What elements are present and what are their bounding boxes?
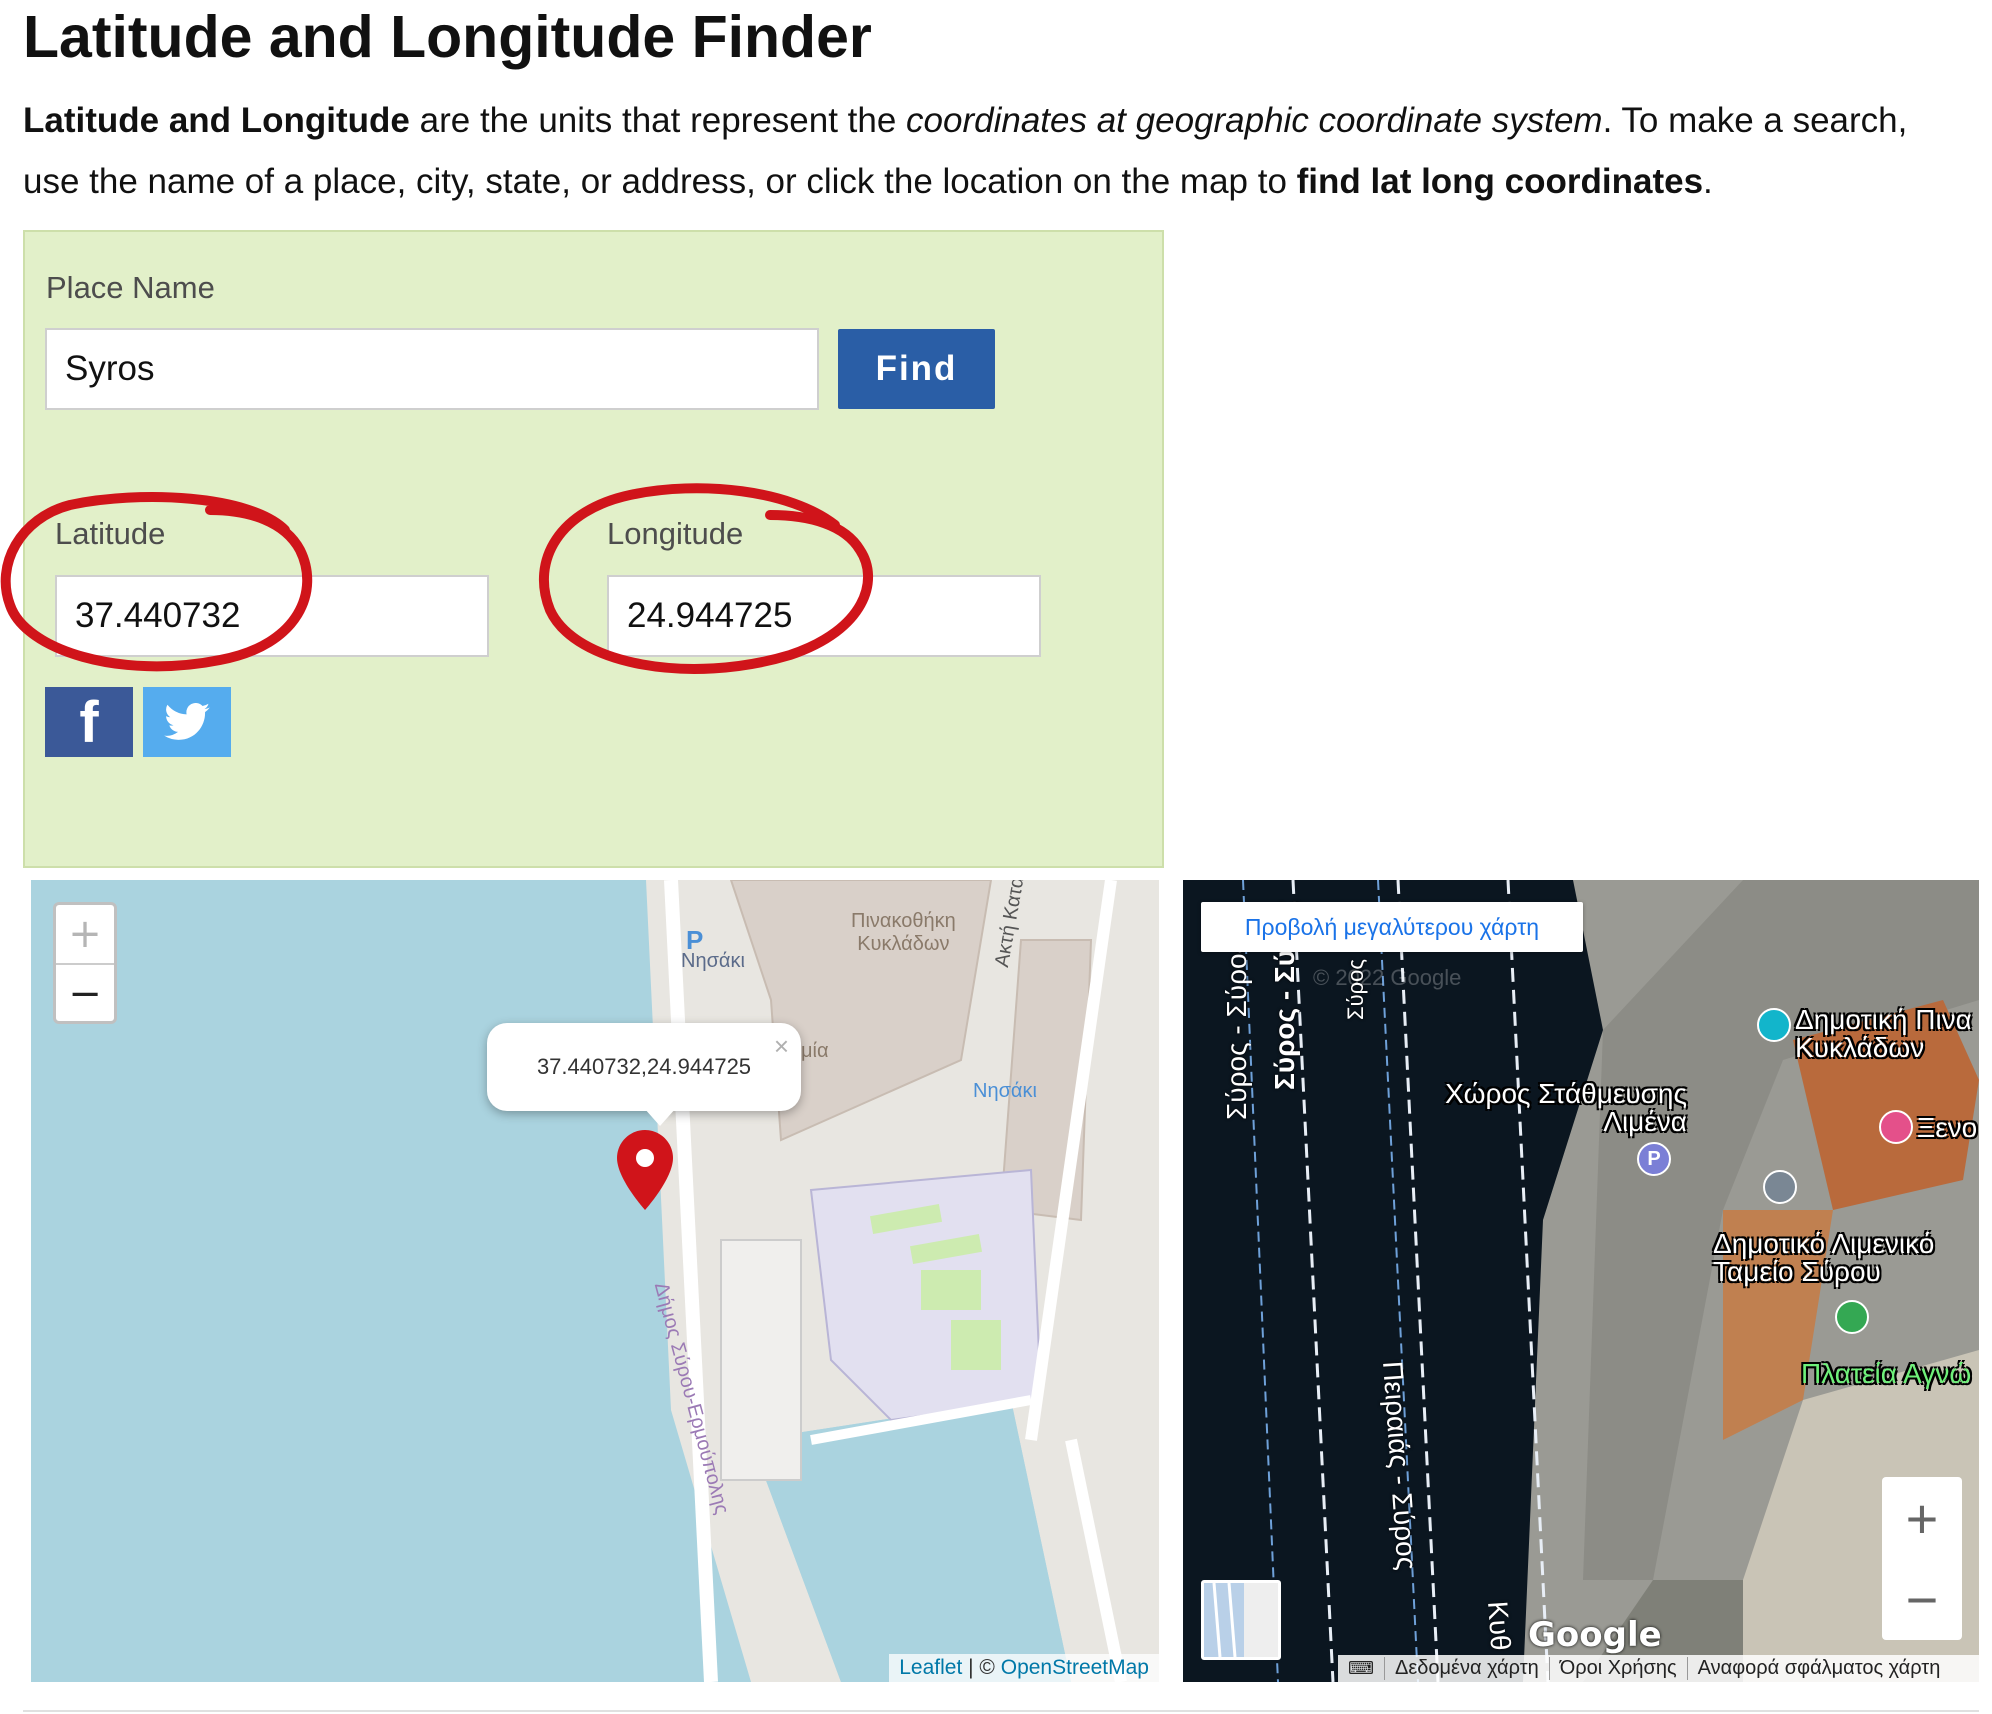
keyboard-shortcuts-icon[interactable]: ⌨ xyxy=(1338,1658,1384,1679)
leaflet-zoom-control: + − xyxy=(53,902,117,1024)
bottom-divider xyxy=(23,1710,1979,1712)
google-map-footer: ⌨ Δεδομένα χάρτη Όροι Χρήσης Αναφορά σφά… xyxy=(1338,1655,1979,1682)
coordinate-popup: 37.440732,24.944725 × xyxy=(487,1023,801,1111)
poi-port-fund-label[interactable]: Δημοτικό Λιμενικό Ταμείο Σύρου xyxy=(1713,1230,1934,1286)
hotel-pin-icon[interactable] xyxy=(1879,1110,1913,1144)
longitude-field[interactable]: 24.944725 xyxy=(607,575,1041,657)
view-larger-map-link[interactable]: Προβολή μεγαλύτερου χάρτη xyxy=(1201,902,1583,952)
poi-gallery-label[interactable]: Δημοτική Πινα Κυκλάδων xyxy=(1795,1006,1972,1062)
find-button[interactable]: Find xyxy=(838,329,995,409)
location-marker-icon[interactable] xyxy=(617,1130,673,1210)
map-label-partial: μία xyxy=(801,1040,829,1062)
poi-square-label[interactable]: Πλατεία Αγνώ xyxy=(1801,1360,1971,1388)
google-zoom-in-button[interactable]: + xyxy=(1882,1477,1962,1561)
place-pin-icon[interactable] xyxy=(1763,1170,1797,1204)
popup-coordinates: 37.440732,24.944725 xyxy=(536,1054,752,1079)
road-label-5: Κυθ xyxy=(1482,1600,1517,1652)
google-logo: Google xyxy=(1528,1615,1662,1655)
intro-text-3: . xyxy=(1703,162,1713,201)
osm-map-tiles xyxy=(646,880,1159,1682)
poi-xen-label[interactable]: Ξενο xyxy=(1917,1114,1977,1142)
intro-bold-term: Latitude and Longitude xyxy=(23,101,410,140)
map-label-gallery: Πινακοθήκη Κυκλάδων xyxy=(851,910,956,955)
google-zoom-out-button[interactable]: − xyxy=(1882,1559,1962,1640)
leaflet-zoom-out-button[interactable]: − xyxy=(56,965,114,1023)
museum-pin-icon[interactable] xyxy=(1757,1008,1791,1042)
twitter-share-button[interactable] xyxy=(143,687,231,757)
latitude-label: Latitude xyxy=(55,516,166,551)
intro-text-1: are the units that represent the xyxy=(409,101,907,140)
attribution-separator: | © xyxy=(962,1656,1001,1679)
longitude-label: Longitude xyxy=(607,516,744,551)
map-label-parking: Νησάκι xyxy=(681,950,745,972)
report-map-error-link[interactable]: Αναφορά σφάλματος χάρτη xyxy=(1686,1657,1951,1680)
map-data-link[interactable]: Δεδομένα χάρτη xyxy=(1383,1657,1549,1680)
openstreetmap-link[interactable]: OpenStreetMap xyxy=(1001,1656,1149,1679)
road-label-1: Σύρος - Σύρος xyxy=(1221,939,1252,1120)
poi-parking-label[interactable]: Χώρος Στάθμευσης Λιμένα xyxy=(1445,1080,1687,1136)
page-title: Latitude and Longitude Finder xyxy=(23,4,872,70)
google-copyright: © 2022 Google xyxy=(1313,965,1462,990)
twitter-icon xyxy=(164,703,210,740)
intro-bold-cta: find lat long coordinates xyxy=(1296,162,1704,201)
map-thumbnail-icon xyxy=(1204,1583,1278,1657)
google-map[interactable]: Σύρος - Σύρος Σύρος - Σύρος Σύρος Πειραι… xyxy=(1183,880,1979,1682)
popup-close-button[interactable]: × xyxy=(774,1031,789,1062)
place-name-input[interactable]: Syros xyxy=(45,328,819,410)
intro-paragraph: Latitude and Longitude are the units tha… xyxy=(23,90,1973,212)
park-pin-icon[interactable] xyxy=(1835,1300,1869,1334)
parking-pin-icon[interactable]: P xyxy=(1637,1142,1671,1176)
map-type-toggle[interactable] xyxy=(1201,1580,1281,1660)
facebook-share-button[interactable]: f xyxy=(45,687,133,757)
intro-italic: coordinates at geographic coordinate sys… xyxy=(906,101,1603,140)
map-label-hotel: Νησάκι xyxy=(973,1080,1037,1102)
place-name-label: Place Name xyxy=(46,270,215,305)
terms-of-use-link[interactable]: Όροι Χρήσης xyxy=(1548,1657,1687,1680)
leaflet-zoom-in-button[interactable]: + xyxy=(56,905,114,965)
popup-tip xyxy=(644,1108,676,1126)
leaflet-map[interactable]: P Νησάκι Πινακοθήκη Κυκλάδων μία Νησάκι … xyxy=(31,880,1159,1682)
finder-panel xyxy=(23,230,1164,868)
latitude-field[interactable]: 37.440732 xyxy=(55,575,489,657)
facebook-icon: f xyxy=(79,689,99,755)
leaflet-link[interactable]: Leaflet xyxy=(899,1656,962,1679)
leaflet-attribution: Leaflet | © OpenStreetMap xyxy=(889,1654,1159,1682)
